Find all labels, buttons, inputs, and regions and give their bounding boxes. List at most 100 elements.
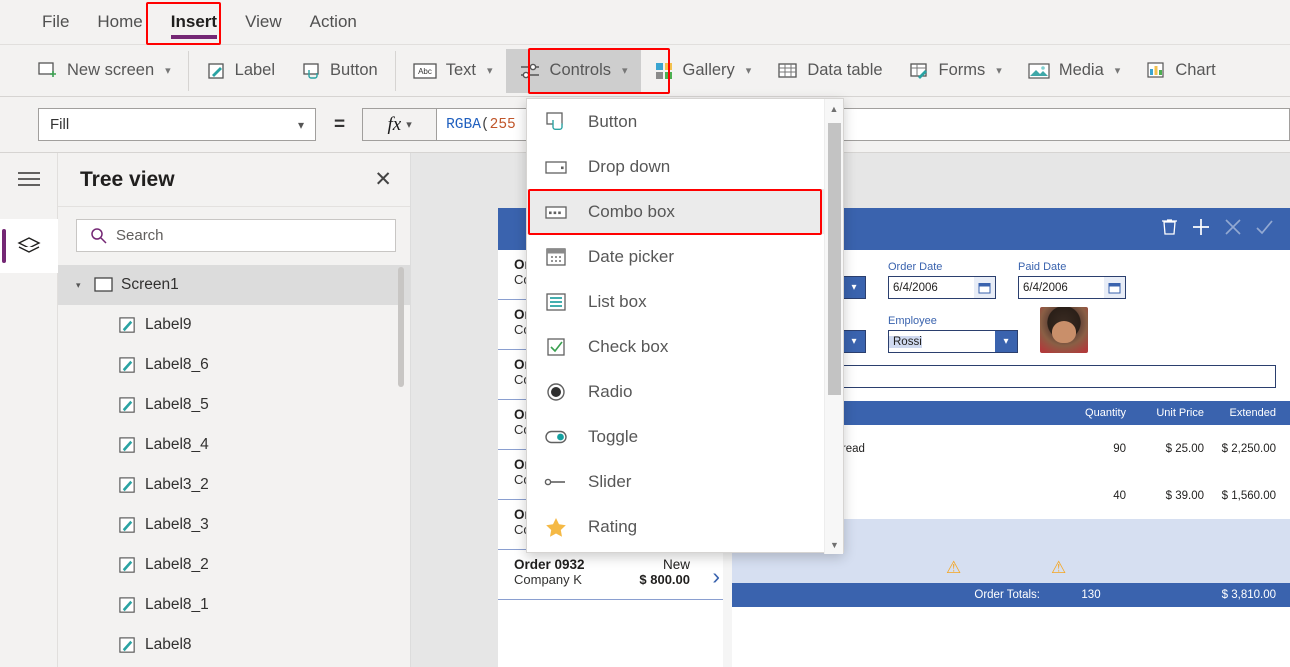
trash-icon[interactable] [1161, 217, 1178, 241]
property-select[interactable]: Fill ▾ [38, 108, 316, 141]
ribbon-button-label: Gallery [682, 61, 735, 79]
calendar-icon[interactable] [974, 277, 995, 298]
cell-extended: $ 1,560.00 [1221, 489, 1276, 502]
chevron-down-icon[interactable]: ▾ [76, 280, 86, 291]
table-totals-row: Order Totals: 130 $ 3,810.00 [732, 583, 1290, 607]
ribbon-controls-button[interactable]: Controls ▾ [505, 48, 641, 93]
scroll-up-arrow-icon[interactable]: ▲ [825, 99, 843, 118]
controls-menu-scrollbar[interactable] [828, 123, 841, 395]
close-icon[interactable]: ✕ [374, 169, 392, 190]
tree-view-scrollbar[interactable] [398, 267, 404, 387]
check-icon[interactable] [1255, 218, 1274, 241]
controls-menu-item-list-box[interactable]: List box [527, 279, 843, 324]
tree-item-label9[interactable]: Label9 [58, 305, 410, 345]
ribbon-new-screen-button[interactable]: New screen ▾ [24, 49, 184, 93]
rail-selection-indicator [2, 229, 6, 263]
formula-token: ( [480, 116, 490, 133]
ribbon-button-button[interactable]: Button [288, 49, 391, 93]
employee-dropdown[interactable]: Rossi ▾ [888, 330, 1018, 353]
ribbon-button-label: New screen [67, 61, 155, 79]
menu-item-label: File [42, 12, 70, 31]
ribbon-gallery-button[interactable]: Gallery ▾ [641, 49, 765, 93]
tree-item-label: Label8_3 [145, 516, 209, 533]
label-icon [118, 636, 137, 655]
gallery-list-item[interactable]: Order 0932 New Company K $ 800.00 › [498, 550, 732, 600]
combobox-icon [544, 201, 568, 223]
cancel-icon[interactable] [1224, 218, 1242, 241]
controls-dropdown-menu: Button Drop down Combo box Date picker L… [526, 98, 844, 554]
fx-label: fx [387, 113, 402, 135]
menu-item-insert[interactable]: Insert [157, 0, 231, 45]
chevron-down-icon[interactable]: ▾ [995, 331, 1017, 352]
tree-item-label8_6[interactable]: Label8_6 [58, 345, 410, 385]
tree-view-panel: Tree view ✕ Search ▾ Screen1 Label9 Labe… [58, 153, 411, 667]
menu-item-action[interactable]: Action [296, 0, 371, 45]
ribbon-data-table-button[interactable]: Data table [764, 49, 895, 93]
chevron-down-icon: ▾ [487, 65, 493, 77]
order-date-picker[interactable]: 6/4/2006 [888, 276, 996, 299]
cell-unit-price: $ 39.00 [1165, 489, 1204, 502]
ribbon-media-button[interactable]: Media ▾ [1015, 49, 1133, 93]
ribbon-text-button[interactable]: Abc Text ▾ [400, 49, 506, 93]
svg-text:Abc: Abc [418, 67, 432, 76]
cell-quantity: 90 [1113, 442, 1126, 455]
forms-icon [909, 61, 930, 80]
chevron-right-icon[interactable]: › [712, 563, 720, 590]
menu-item-file[interactable]: File [28, 0, 83, 45]
column-header-unit-price: Unit Price [1156, 407, 1204, 419]
controls-menu-label: Radio [588, 381, 633, 401]
tree-item-label8[interactable]: Label8 [58, 625, 410, 665]
field-value: 6/4/2006 [1023, 281, 1068, 294]
tree-item-label8_1[interactable]: Label8_1 [58, 585, 410, 625]
ribbon-label-button[interactable]: Label [193, 49, 288, 93]
ribbon-divider [187, 50, 189, 91]
tree-view-search-container: Search [58, 207, 410, 265]
tree-item-label8_3[interactable]: Label8_3 [58, 505, 410, 545]
controls-menu-label: List box [588, 291, 647, 311]
controls-menu-label: Check box [588, 336, 669, 356]
tree-item-label: Label9 [145, 316, 192, 333]
tree-item-label8_2[interactable]: Label8_2 [58, 545, 410, 585]
menu-item-home[interactable]: Home [83, 0, 156, 45]
ribbon-button-label: Data table [807, 61, 883, 79]
warning-icon: ⚠ [1051, 558, 1067, 577]
tree-item-screen1[interactable]: ▾ Screen1 [58, 265, 410, 305]
search-placeholder: Search [116, 227, 164, 244]
menu-item-label: Insert [170, 12, 218, 31]
search-input[interactable]: Search [76, 219, 396, 252]
fx-button[interactable]: fx ▾ [362, 108, 437, 141]
controls-menu-item-radio[interactable]: Radio [527, 369, 843, 414]
label-icon [118, 356, 137, 375]
totals-quantity: 130 [1081, 589, 1101, 601]
controls-menu-item-date-picker[interactable]: Date picker [527, 234, 843, 279]
hamburger-menu-icon[interactable] [0, 153, 58, 205]
ribbon-chart-button[interactable]: Chart [1133, 49, 1228, 93]
controls-menu-item-rating[interactable]: Rating [527, 504, 843, 549]
controls-menu-item-slider[interactable]: Slider [527, 459, 843, 504]
new-screen-icon [37, 60, 58, 81]
plus-icon[interactable] [1191, 217, 1211, 242]
chevron-down-icon: ▾ [622, 65, 628, 77]
controls-menu-item-toggle[interactable]: Toggle [527, 414, 843, 459]
tree-item-label8_5[interactable]: Label8_5 [58, 385, 410, 425]
paid-date-picker[interactable]: 6/4/2006 [1018, 276, 1126, 299]
ribbon-forms-button[interactable]: Forms ▾ [896, 49, 1015, 93]
controls-menu-item-combo-box[interactable]: Combo box [527, 189, 843, 234]
tree-view-list: ▾ Screen1 Label9 Label8_6 Label8_5 Label… [58, 265, 410, 665]
scroll-down-arrow-icon[interactable]: ▼ [825, 535, 844, 554]
tree-view-header: Tree view ✕ [58, 153, 410, 207]
controls-menu-item-check-box[interactable]: Check box [527, 324, 843, 369]
tree-item-label8_4[interactable]: Label8_4 [58, 425, 410, 465]
tree-item-label: Label8_1 [145, 596, 209, 613]
menu-item-label: Home [97, 12, 143, 31]
chevron-down-icon[interactable]: ▾ [843, 331, 865, 352]
controls-menu-item-drop-down[interactable]: Drop down [527, 144, 843, 189]
calendar-icon[interactable] [1104, 277, 1125, 298]
controls-menu-item-button[interactable]: Button [527, 99, 843, 144]
ribbon-button-label: Chart [1175, 61, 1216, 79]
menu-item-view[interactable]: View [231, 0, 296, 45]
chevron-down-icon[interactable]: ▾ [843, 277, 865, 298]
controls-menu-label: Toggle [588, 426, 639, 446]
rail-item-tree-view[interactable] [0, 219, 58, 273]
tree-item-label3_2[interactable]: Label3_2 [58, 465, 410, 505]
